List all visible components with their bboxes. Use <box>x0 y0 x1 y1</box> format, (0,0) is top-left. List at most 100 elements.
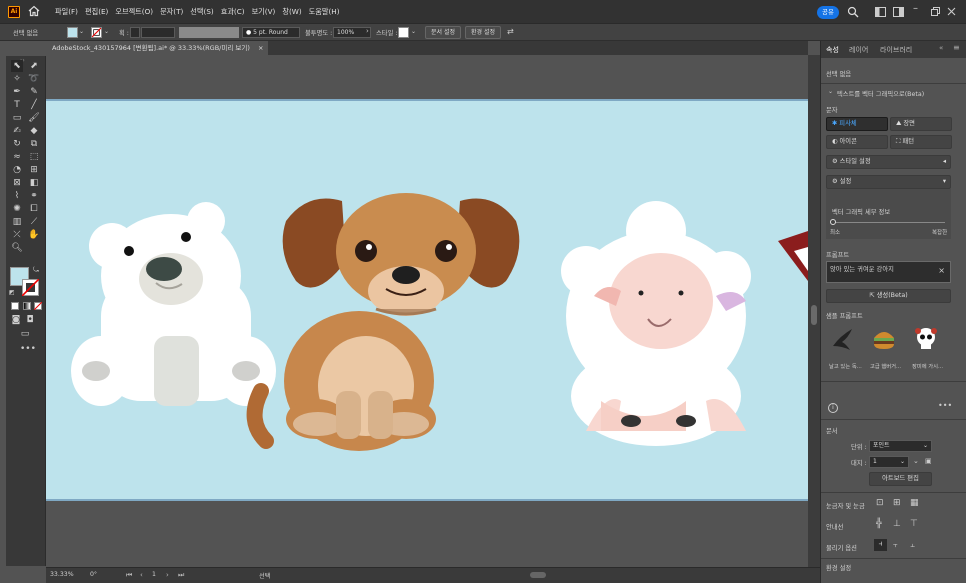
type-icon-button[interactable]: ◐ 아이콘 <box>826 135 888 149</box>
detail-slider-handle[interactable] <box>830 219 836 225</box>
prompt-input[interactable]: 앉아 있는 귀여운 강아지 × <box>826 261 951 283</box>
screen-mode-icon[interactable]: ▭ <box>19 328 31 340</box>
tab-layers[interactable]: 레이어 <box>849 45 868 55</box>
gradient-mode-icon[interactable] <box>23 302 31 310</box>
eyedropper-alt-tool-icon[interactable]: ⤫ <box>11 229 23 241</box>
sample-skull-icon[interactable] <box>913 326 939 352</box>
panel-menu-icon[interactable]: ≡ <box>953 43 960 52</box>
last-artboard-icon[interactable]: ⏭ <box>178 571 184 580</box>
direct-selection-tool-icon[interactable]: ⬈ <box>28 60 40 72</box>
menu-effect[interactable]: 효과(C) <box>221 7 245 17</box>
pen-tool-icon[interactable]: ✒ <box>11 86 23 98</box>
slice-tool-icon[interactable]: ⟋ <box>28 216 40 228</box>
mesh-tool-icon[interactable]: ⊠ <box>11 177 23 189</box>
line-segment-tool-icon[interactable]: ╱ <box>28 99 40 111</box>
search-icon[interactable] <box>847 6 859 18</box>
artboard-dialog-icon[interactable]: ▣ <box>925 457 932 465</box>
menu-select[interactable]: 선택(S) <box>190 7 213 17</box>
curvature-tool-icon[interactable]: ✎ <box>28 86 40 98</box>
stroke-swatch[interactable] <box>91 27 102 38</box>
brush-definition-dropdown[interactable]: ● 5 pt. Round <box>242 27 300 38</box>
stroke-dropdown-icon[interactable]: ⌄ <box>104 28 109 35</box>
first-artboard-icon[interactable]: ⏮ <box>126 571 132 580</box>
eraser-tool-icon[interactable]: ◆ <box>28 125 40 137</box>
more-options-icon[interactable]: ••• <box>938 401 952 410</box>
rotation-value[interactable]: 0° <box>90 571 97 578</box>
artboard-options-icon[interactable]: ⌄ <box>913 457 919 465</box>
draw-behind-icon[interactable]: ◘ <box>24 314 36 326</box>
edit-artboards-button[interactable]: 아트보드 편집 <box>869 472 932 486</box>
edit-toolbar-icon[interactable]: ••• <box>20 344 36 354</box>
stroke-color-box[interactable] <box>22 279 39 296</box>
menu-view[interactable]: 보기(V) <box>252 7 276 17</box>
width-tool-icon[interactable]: ≈ <box>11 151 23 163</box>
zoom-level[interactable]: 33.33% <box>50 571 74 578</box>
rulers-icon[interactable]: ⊡ <box>876 498 884 508</box>
hand-tool-icon[interactable]: ✋ <box>28 229 40 241</box>
variable-width-profile[interactable] <box>179 27 239 38</box>
draw-normal-icon[interactable]: ◙ <box>10 314 22 326</box>
menu-type[interactable]: 문자(T) <box>160 7 183 17</box>
none-mode-icon[interactable] <box>34 302 42 310</box>
tab-libraries[interactable]: 라이브러리 <box>880 45 912 55</box>
preferences-button[interactable]: 환경 설정 <box>465 26 501 39</box>
restore-icon[interactable] <box>931 7 940 16</box>
menu-edit[interactable]: 편집(E) <box>85 7 108 17</box>
rotate-tool-icon[interactable]: ↻ <box>11 138 23 150</box>
rectangle-tool-icon[interactable]: ▭ <box>11 112 23 124</box>
magic-wand-tool-icon[interactable]: ✧ <box>11 73 23 85</box>
menu-file[interactable]: 파일(F) <box>55 7 78 17</box>
smart-guides-icon[interactable]: ⊤ <box>910 519 918 529</box>
shape-builder-tool-icon[interactable]: ◔ <box>11 164 23 176</box>
pixel-grid-icon[interactable]: ▦ <box>910 498 919 508</box>
arrange-icon[interactable]: ⇄ <box>507 27 514 36</box>
opacity-arrow-icon[interactable]: › <box>366 27 369 35</box>
vertical-scrollbar[interactable] <box>808 55 820 567</box>
info-icon[interactable]: i <box>828 403 838 413</box>
selection-tool-icon[interactable]: ⬉ <box>11 60 23 72</box>
graphic-style-swatch[interactable] <box>398 27 409 38</box>
shaper-tool-icon[interactable]: ✍ <box>11 125 23 137</box>
fill-dropdown-icon[interactable]: ⌄ <box>79 28 84 35</box>
home-icon[interactable] <box>28 5 40 17</box>
close-window-icon[interactable] <box>947 7 956 16</box>
type-pattern-button[interactable]: ⛶ 패턴 <box>890 135 952 149</box>
share-button[interactable]: 공유 <box>817 6 839 19</box>
zoom-tool-icon[interactable]: 🔍︎ <box>11 242 23 254</box>
lock-guides-icon[interactable]: ⊥ <box>893 519 901 529</box>
free-transform-tool-icon[interactable]: ⬚ <box>28 151 40 163</box>
stroke-weight-stepper[interactable] <box>130 27 140 38</box>
tab-properties[interactable]: 속성 <box>826 45 839 55</box>
sample-bird-icon[interactable] <box>830 326 856 352</box>
lasso-tool-icon[interactable]: ➰ <box>28 73 40 85</box>
puppy-illustration[interactable] <box>246 176 520 451</box>
generate-button[interactable]: ⇱ 생성(Beta) <box>826 289 951 303</box>
detail-slider-track[interactable] <box>832 222 945 223</box>
sheep-illustration[interactable] <box>561 201 751 446</box>
eyedropper-tool-icon[interactable]: ⌇ <box>11 190 23 202</box>
horizontal-scrollbar-thumb[interactable] <box>530 572 546 578</box>
settings-dropdown[interactable]: ⚙ 설정 ▾ <box>826 175 951 189</box>
type-scene-button[interactable]: ⛰ 장면 <box>890 117 952 131</box>
sample-burger-icon[interactable] <box>871 326 897 352</box>
symbol-sprayer-tool-icon[interactable]: ✺ <box>11 203 23 215</box>
scale-tool-icon[interactable]: ⧉ <box>28 138 40 150</box>
snap-to-pixel-icon[interactable]: ⫠ <box>910 540 915 550</box>
artboard[interactable] <box>46 99 808 501</box>
snap-to-point-icon[interactable]: ⫞ <box>874 539 887 551</box>
gradient-tool-icon[interactable]: ◧ <box>28 177 40 189</box>
paintbrush-tool-icon[interactable]: 🖌 <box>28 112 40 124</box>
perspective-grid-tool-icon[interactable]: ⊞ <box>28 164 40 176</box>
blend-tool-icon[interactable]: ⚭ <box>28 190 40 202</box>
clear-prompt-icon[interactable]: × <box>938 266 945 275</box>
artboard-dropdown[interactable]: 1 ⌄ <box>869 456 909 468</box>
scrollbar-thumb[interactable] <box>811 305 817 325</box>
snap-to-grid-icon[interactable]: ⫟ <box>893 540 898 550</box>
type-subject-button[interactable]: ✱ 피사체 <box>826 117 888 131</box>
close-tab-icon[interactable]: × <box>258 41 263 55</box>
menu-object[interactable]: 오브젝트(O) <box>115 7 153 17</box>
column-graph-tool-icon[interactable]: ▥ <box>11 216 23 228</box>
previous-artboard-icon[interactable]: ‹ <box>140 571 143 579</box>
units-dropdown[interactable]: 포인트 ⌄ <box>869 440 932 452</box>
collapse-section-icon[interactable]: ⌄ <box>828 88 833 95</box>
